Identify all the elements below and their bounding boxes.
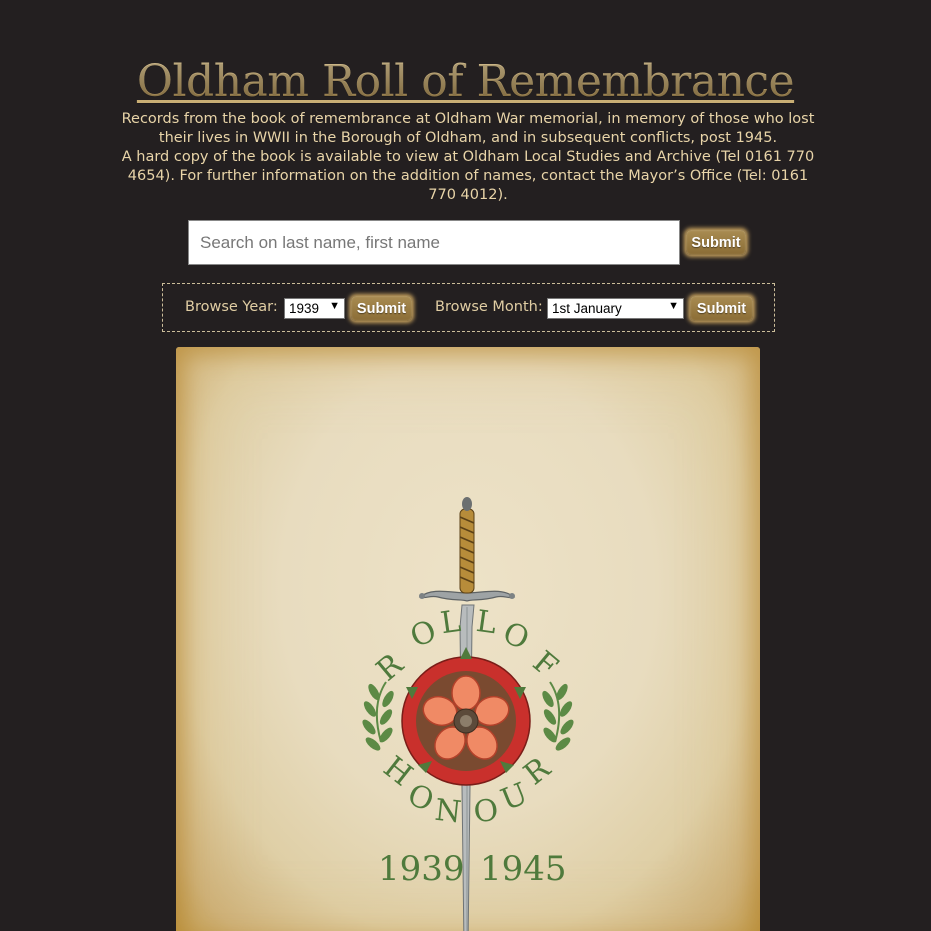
- cover-letter: N: [433, 793, 463, 831]
- intro-paragraph-1: Records from the book of remembrance at …: [121, 111, 815, 146]
- intro-text: Records from the book of remembrance at …: [112, 110, 824, 205]
- page: Oldham Roll of Remembrance Records from …: [0, 0, 931, 931]
- intro-paragraph-2: A hard copy of the book is available to …: [121, 149, 815, 203]
- cover-letter: R: [370, 646, 411, 688]
- cover-letter: L: [438, 604, 463, 641]
- browse-month-select[interactable]: 1st January ▼: [547, 298, 684, 319]
- book-cover-image: R O L L O F H O N O U R 1939 1945: [176, 347, 760, 931]
- cover-letter: O: [405, 613, 441, 655]
- cover-letter: O: [472, 793, 500, 830]
- triangle-down-icon: ▼: [668, 300, 679, 312]
- browse-year-value: 1939: [289, 301, 320, 316]
- cover-letter: L: [474, 604, 499, 641]
- browse-month-label: Browse Month:: [435, 299, 543, 315]
- triangle-down-icon: ▼: [329, 300, 340, 312]
- browse-panel: Browse Year: 1939 ▼ Submit Browse Month:…: [162, 283, 775, 332]
- search-input[interactable]: [188, 220, 680, 265]
- page-title-text[interactable]: Oldham Roll of Remembrance: [137, 56, 795, 107]
- cover-year-end: 1945: [480, 849, 567, 889]
- search-submit-button[interactable]: Submit: [686, 230, 746, 255]
- cover-letter: O: [498, 615, 535, 657]
- cover-year-start: 1939: [378, 849, 465, 889]
- browse-year-submit-button[interactable]: Submit: [351, 296, 412, 321]
- search-form: Submit: [188, 220, 758, 266]
- page-title: Oldham Roll of Remembrance: [0, 56, 931, 108]
- browse-month-value: 1st January: [552, 301, 622, 316]
- tudor-rose-icon: [401, 647, 531, 786]
- roll-of-honour-emblem: R O L L O F H O N O U R 1939 1945: [362, 497, 574, 931]
- cover-letter: F: [526, 645, 564, 685]
- cover-letter: U: [496, 776, 533, 818]
- browse-year-select[interactable]: 1939 ▼: [284, 298, 345, 319]
- browse-year-label: Browse Year:: [185, 299, 278, 315]
- cover-letter: O: [403, 777, 439, 819]
- cover-letter: R: [517, 750, 557, 792]
- browse-month-submit-button[interactable]: Submit: [690, 296, 753, 321]
